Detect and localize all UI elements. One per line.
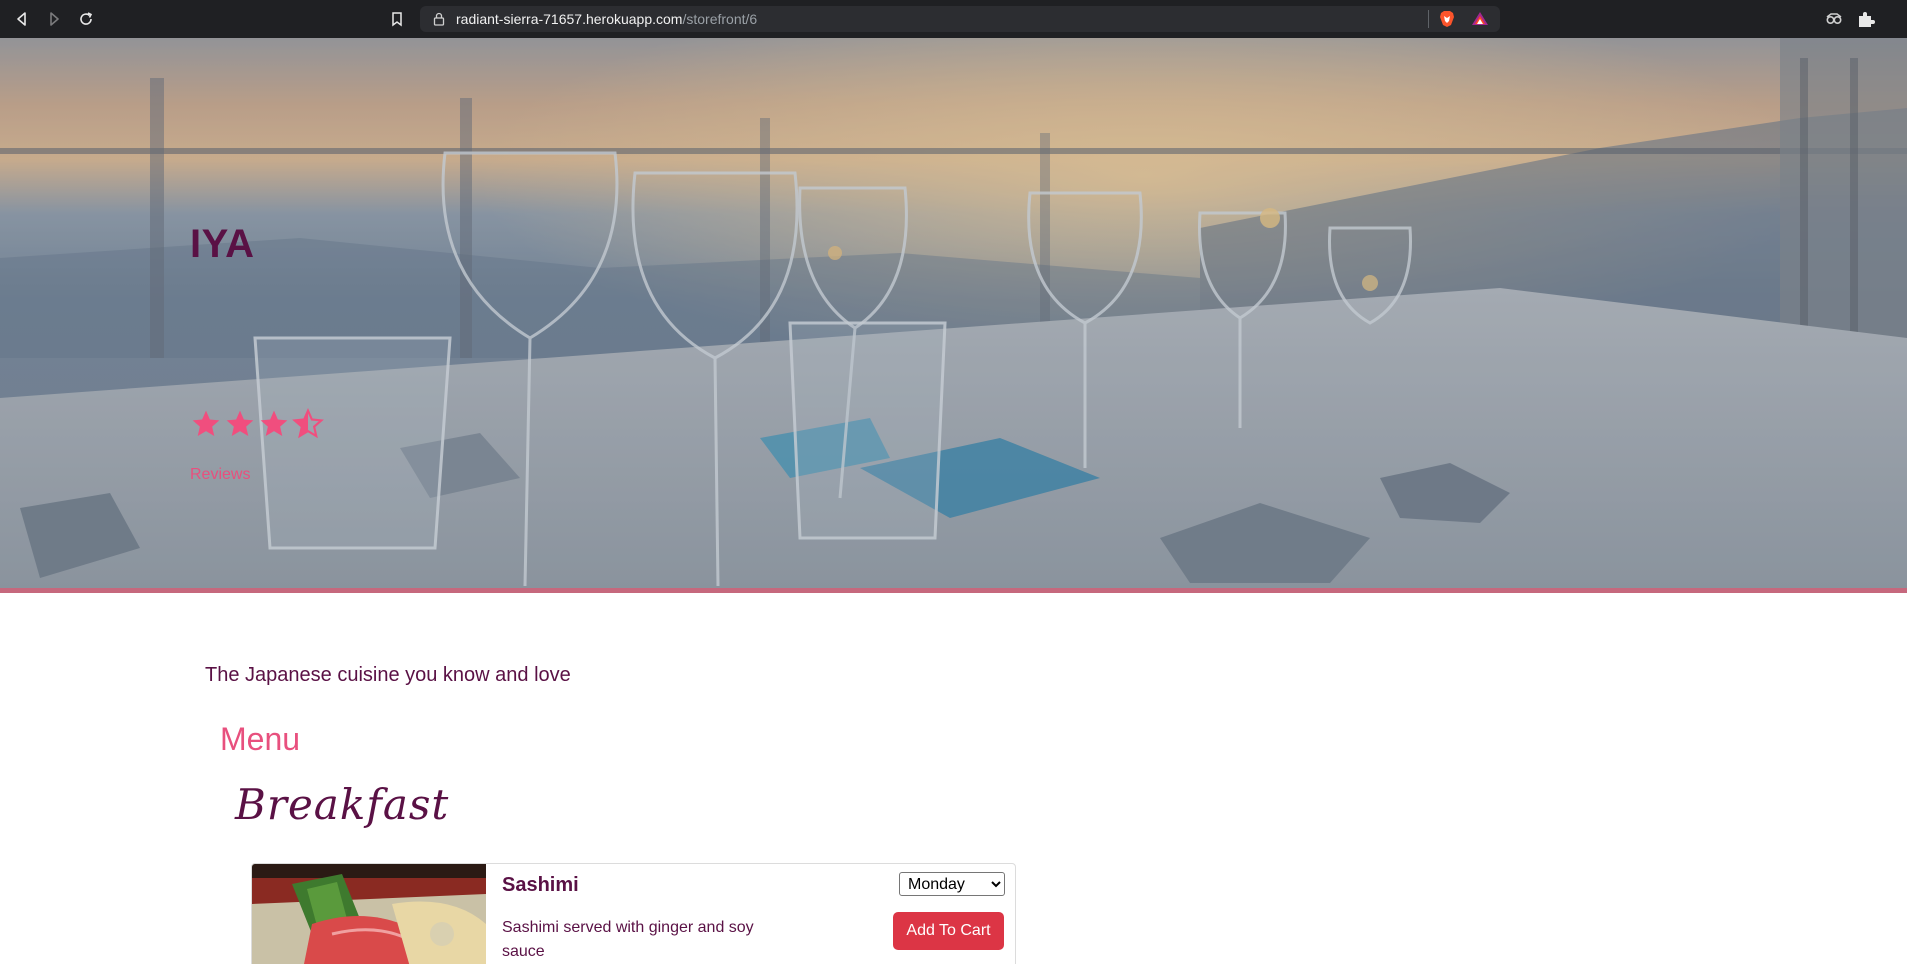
extension-icon[interactable]	[1824, 9, 1844, 29]
star-full-icon	[226, 410, 254, 436]
item-title: Sashimi	[502, 874, 579, 896]
forward-icon[interactable]	[44, 9, 64, 29]
star-full-icon	[260, 410, 288, 436]
reload-icon[interactable]	[76, 9, 96, 29]
brave-rewards-icon[interactable]	[1470, 9, 1490, 29]
hero-divider	[0, 588, 1907, 593]
bookmark-icon[interactable]	[387, 9, 407, 29]
address-divider	[1428, 10, 1429, 28]
puzzle-icon[interactable]	[1856, 9, 1876, 29]
reviews-link[interactable]: Reviews	[190, 466, 250, 484]
hero-banner	[0, 38, 1907, 588]
hero-overlay	[0, 38, 1907, 588]
url-path: /storefront/6	[682, 11, 758, 27]
day-select[interactable]: Monday	[899, 872, 1005, 896]
star-half-icon	[292, 408, 324, 439]
url-host: radiant-sierra-71657.herokuapp.com	[456, 11, 683, 27]
back-icon[interactable]	[12, 9, 32, 29]
menu-section-heading: Breakfast	[235, 780, 450, 829]
menu-heading: Menu	[220, 721, 301, 757]
add-to-cart-button[interactable]: Add To Cart	[893, 912, 1004, 950]
star-rating	[190, 408, 324, 442]
item-image	[252, 864, 486, 964]
brave-shield-icon[interactable]	[1437, 9, 1457, 29]
star-full-icon	[192, 410, 220, 436]
store-tagline: The Japanese cuisine you know and love	[205, 664, 571, 686]
store-name: IYA	[190, 222, 255, 266]
item-description: Sashimi served with ginger and soy sauce	[502, 919, 754, 960]
menu-item-card: Sashimi Sashimi served with ginger and s…	[251, 863, 1016, 964]
address-bar[interactable]: radiant-sierra-71657.herokuapp.com /stor…	[420, 6, 1500, 32]
browser-toolbar: radiant-sierra-71657.herokuapp.com /stor…	[0, 0, 1907, 38]
lock-icon[interactable]	[432, 12, 446, 26]
